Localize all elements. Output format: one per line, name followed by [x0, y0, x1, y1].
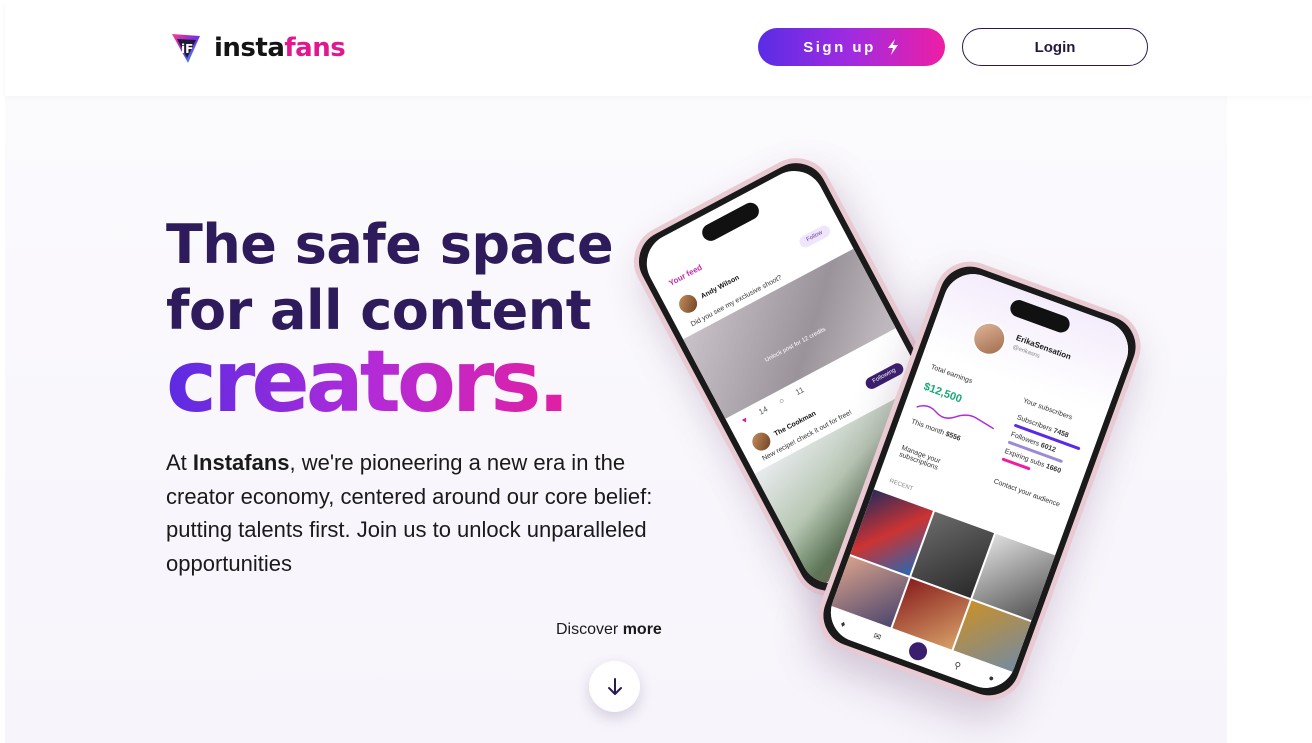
hero-title-line1: The safe space [166, 213, 614, 276]
instafans-logo[interactable]: iF instafans [168, 30, 346, 66]
scroll-down-button[interactable] [589, 661, 640, 712]
signup-label: Sign up [803, 38, 876, 56]
logo-wordmark: instafans [214, 33, 346, 63]
desc-brand: Instafans [192, 450, 290, 475]
discover-prefix: Discover [556, 621, 623, 638]
avatar [675, 291, 701, 317]
manage-subscriptions-button[interactable]: Manage your subscriptions [898, 445, 978, 486]
bell-icon[interactable]: ♦ [839, 619, 847, 630]
instafans-logo-icon: iF [172, 34, 200, 63]
hero-title-accent: creators. [166, 339, 613, 425]
dynamic-island [698, 199, 762, 245]
hero-title: The safe space for all content creators. [166, 212, 614, 425]
create-post-icon[interactable] [906, 639, 930, 663]
profile-icon[interactable]: ● [987, 672, 996, 683]
likes-count: 14 [757, 404, 770, 417]
hero-description: At Instafans, we're pioneering a new era… [166, 446, 666, 580]
login-button[interactable]: Login [962, 28, 1148, 66]
desc-prefix: At [166, 450, 193, 475]
avatar [749, 429, 774, 454]
contact-audience-button[interactable]: Contact your audience [993, 478, 1071, 512]
lightning-icon [887, 39, 898, 55]
comments-count: 11 [794, 385, 806, 398]
mail-icon[interactable]: ✉ [872, 630, 883, 643]
comment-icon[interactable]: ○ [777, 396, 786, 406]
svg-text:iF: iF [181, 42, 193, 56]
post-author: Andy Wilson [699, 273, 741, 300]
discover-bold: more [622, 621, 662, 638]
total-earnings-label: Total earnings [929, 363, 974, 386]
signup-button[interactable]: Sign up [758, 28, 945, 66]
follow-button[interactable]: Follow [797, 223, 833, 250]
discover-more-label[interactable]: Discover more [556, 621, 662, 639]
recent-label: RECENT [888, 478, 914, 493]
arrow-down-icon [607, 677, 622, 695]
top-navbar: iF instafans Sign up Login [5, 0, 1312, 96]
heart-icon[interactable]: ♥ [741, 415, 749, 425]
search-icon[interactable]: ⚲ [953, 659, 963, 672]
